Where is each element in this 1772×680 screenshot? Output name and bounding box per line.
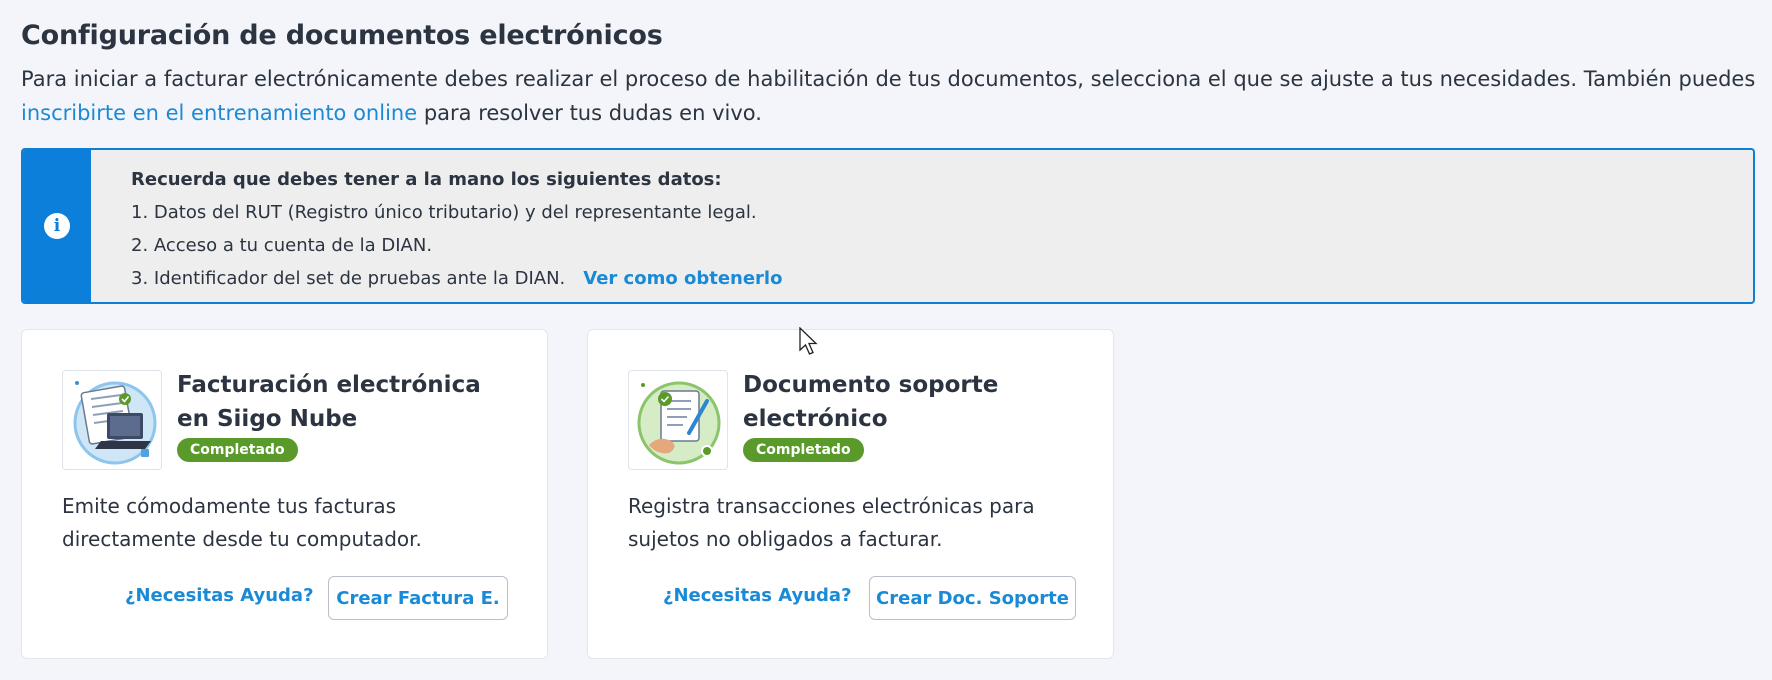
- status-badge: Completado: [743, 438, 864, 462]
- alert-heading: Recuerda que debes tener a la mano los s…: [131, 169, 722, 190]
- help-link[interactable]: ¿Necesitas Ayuda?: [663, 585, 852, 606]
- card-title: Facturación electrónica en Siigo Nube: [177, 372, 481, 432]
- page-title: Configuración de documentos electrónicos: [21, 20, 663, 51]
- alert-item: 3. Identificador del set de pruebas ante…: [131, 268, 566, 289]
- card-description: Registra transacciones electrónicas para…: [628, 494, 1035, 551]
- help-link[interactable]: ¿Necesitas Ayuda?: [125, 585, 314, 606]
- alert-item: 2. Acceso a tu cuenta de la DIAN.: [131, 235, 433, 256]
- intro-text: Para iniciar a facturar electrónicamente…: [21, 62, 1761, 130]
- mouse-cursor-icon: [799, 326, 819, 361]
- card-title: Documento soporte electrónico: [743, 372, 999, 432]
- status-badge: Completado: [177, 438, 298, 462]
- card-support-document: Documento soporte electrónico Completado…: [587, 329, 1114, 659]
- intro-text-start: Para iniciar a facturar electrónicamente…: [21, 67, 1756, 91]
- invoice-laptop-icon: [62, 370, 162, 470]
- create-support-document-button[interactable]: Crear Doc. Soporte: [869, 576, 1076, 620]
- alert-bar: i: [23, 150, 91, 302]
- requirements-alert: i Recuerda que debes tener a la mano los…: [21, 148, 1755, 304]
- how-to-obtain-link[interactable]: Ver como obtenerlo: [583, 268, 782, 289]
- create-invoice-button[interactable]: Crear Factura E.: [328, 576, 508, 620]
- training-link[interactable]: inscribirte en el entrenamiento online: [21, 101, 417, 125]
- alert-item-with-link: 3. Identificador del set de pruebas ante…: [131, 262, 782, 295]
- intro-text-end: para resolver tus dudas en vivo.: [417, 101, 762, 125]
- alert-item: 1. Datos del RUT (Registro único tributa…: [131, 202, 757, 223]
- support-document-icon: [628, 370, 728, 470]
- alert-body: Recuerda que debes tener a la mano los s…: [131, 164, 782, 295]
- card-electronic-invoicing: Facturación electrónica en Siigo Nube Co…: [21, 329, 548, 659]
- info-icon: i: [44, 213, 70, 239]
- card-description: Emite cómodamente tus facturas directame…: [62, 494, 422, 551]
